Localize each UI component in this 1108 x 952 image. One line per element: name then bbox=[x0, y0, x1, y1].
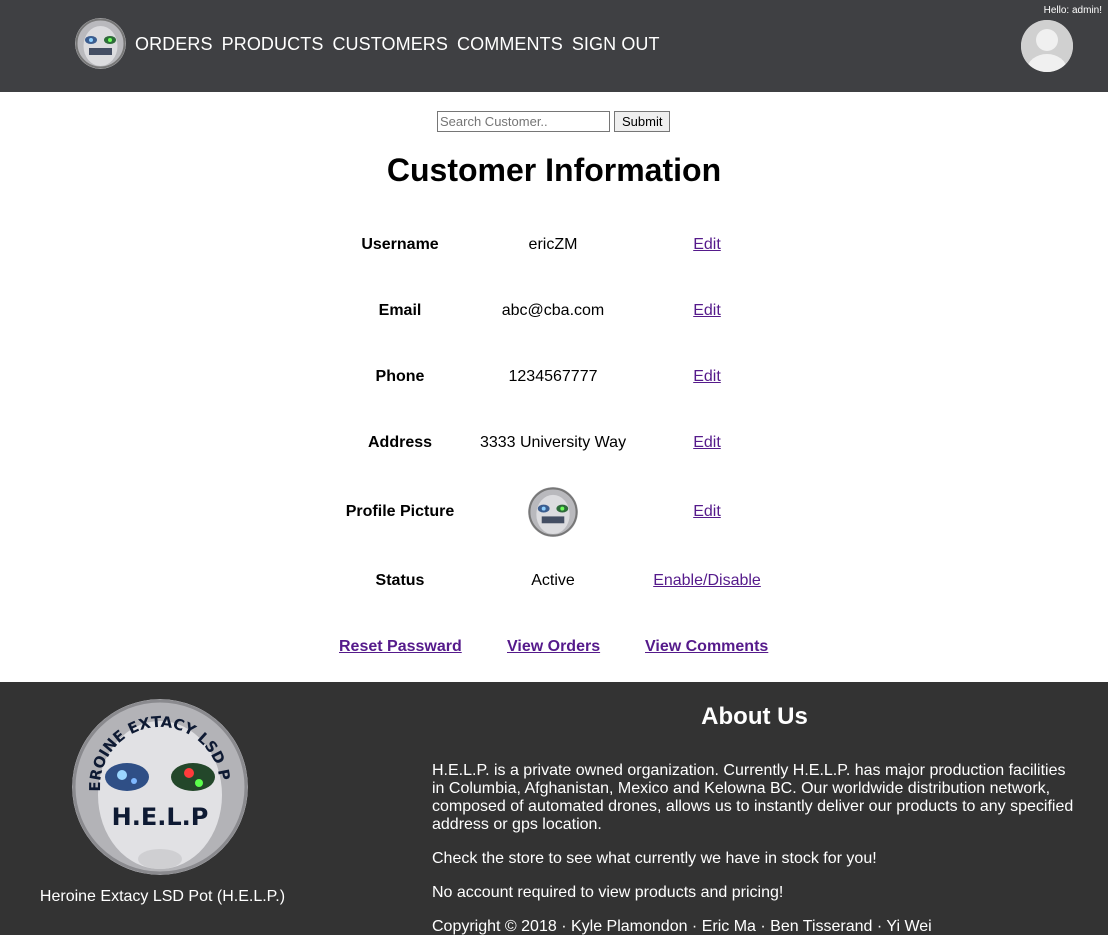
field-value: Active bbox=[531, 572, 575, 589]
field-label: Address bbox=[367, 434, 433, 451]
profile-picture-icon bbox=[528, 487, 578, 537]
brand-name: Heroine Extacy LSD Pot (H.E.L.P.) bbox=[39, 888, 286, 905]
edit-address-link[interactable]: Edit bbox=[693, 434, 721, 451]
field-label: Profile Picture bbox=[345, 503, 455, 520]
nav-products[interactable]: PRODUCTS bbox=[222, 34, 324, 55]
enable-disable-link[interactable]: Enable/Disable bbox=[653, 572, 761, 589]
about-title: About Us bbox=[701, 703, 808, 730]
logo-center-text: H.E.L.P bbox=[112, 803, 209, 831]
help-logo-icon: HEROINE EXTACY LSD POT H.E.L.P bbox=[72, 699, 248, 875]
field-label: Phone bbox=[375, 368, 425, 385]
field-label: Username bbox=[361, 236, 439, 253]
customer-actions: Reset Passward View Orders View Comments bbox=[0, 638, 1108, 660]
view-comments-link[interactable]: View Comments bbox=[645, 638, 768, 656]
copyright: Copyright © 2018 · Kyle Plamondon · Eric… bbox=[432, 918, 932, 935]
field-row-address: Address 3333 University Way Edit bbox=[0, 434, 1108, 464]
search-input[interactable] bbox=[437, 111, 610, 132]
nav-orders[interactable]: ORDERS bbox=[135, 34, 213, 55]
field-row-phone: Phone 1234567777 Edit bbox=[0, 368, 1108, 398]
about-paragraph: Check the store to see what currently we… bbox=[432, 850, 877, 867]
field-value: abc@cba.com bbox=[501, 302, 605, 319]
edit-phone-link[interactable]: Edit bbox=[693, 368, 721, 385]
greeting: Hello: admin! bbox=[1043, 5, 1102, 16]
field-label: Email bbox=[378, 302, 422, 319]
submit-button[interactable]: Submit bbox=[614, 111, 671, 132]
nav-comments[interactable]: COMMENTS bbox=[457, 34, 563, 55]
field-value: ericZM bbox=[528, 236, 578, 253]
field-label: Status bbox=[375, 572, 425, 589]
field-row-status: Status Active Enable/Disable bbox=[0, 572, 1108, 602]
top-navbar: ORDERS PRODUCTS CUSTOMERS COMMENTS SIGN … bbox=[0, 0, 1108, 92]
nav-sign-out[interactable]: SIGN OUT bbox=[572, 34, 660, 55]
field-value: 3333 University Way bbox=[479, 434, 627, 451]
field-row-email: Email abc@cba.com Edit bbox=[0, 302, 1108, 332]
edit-email-link[interactable]: Edit bbox=[693, 302, 721, 319]
help-logo-icon[interactable] bbox=[75, 18, 126, 69]
page-title: Customer Information bbox=[386, 152, 722, 188]
field-row-username: Username ericZM Edit bbox=[0, 236, 1108, 266]
reset-password-link[interactable]: Reset Passward bbox=[339, 638, 462, 656]
edit-profile-picture-link[interactable]: Edit bbox=[693, 503, 721, 520]
footer: HEROINE EXTACY LSD POT H.E.L.P Heroine E… bbox=[0, 682, 1108, 935]
about-paragraph: H.E.L.P. is a private owned organization… bbox=[432, 762, 1074, 833]
about-paragraph: No account required to view products and… bbox=[432, 884, 784, 901]
edit-username-link[interactable]: Edit bbox=[693, 236, 721, 253]
customer-search: Submit bbox=[437, 111, 671, 132]
user-avatar-icon[interactable] bbox=[1021, 20, 1073, 72]
view-orders-link[interactable]: View Orders bbox=[507, 638, 600, 656]
about-text: H.E.L.P. is a private owned organization… bbox=[432, 762, 1082, 952]
field-value: 1234567777 bbox=[508, 368, 598, 385]
main-nav: ORDERS PRODUCTS CUSTOMERS COMMENTS SIGN … bbox=[135, 34, 660, 55]
nav-customers[interactable]: CUSTOMERS bbox=[332, 34, 448, 55]
